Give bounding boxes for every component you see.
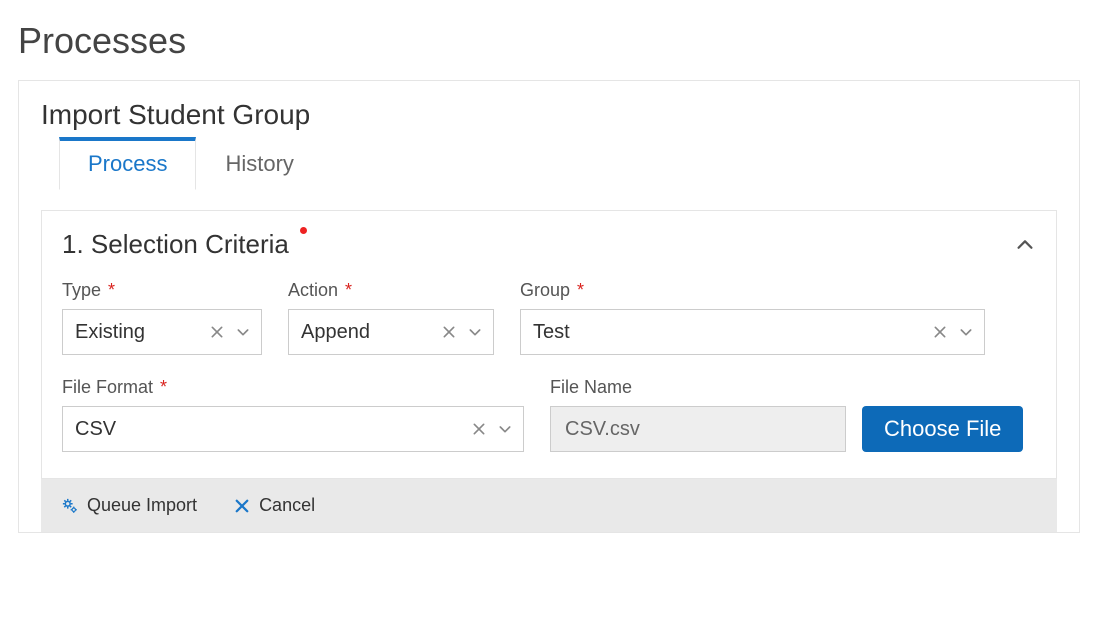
select-group-value: Test [521, 321, 926, 344]
queue-import-label: Queue Import [87, 495, 197, 516]
gears-icon [61, 497, 79, 515]
section-header[interactable]: 1. Selection Criteria [42, 211, 1056, 274]
field-type: Type * Existing [62, 280, 262, 355]
section-title-text: 1. Selection Criteria [62, 229, 289, 259]
select-action-value: Append [289, 321, 435, 344]
label-type-text: Type [62, 280, 101, 300]
required-marker: * [345, 280, 352, 300]
file-name-value: CSV.csv [565, 418, 640, 441]
clear-icon[interactable] [932, 324, 948, 340]
label-group: Group * [520, 280, 985, 301]
tab-history[interactable]: History [196, 140, 322, 190]
required-marker: * [160, 377, 167, 397]
required-dot-icon [300, 227, 307, 234]
selection-criteria-section: 1. Selection Criteria Type * Existing [41, 210, 1057, 479]
required-marker: * [577, 280, 584, 300]
label-action: Action * [288, 280, 494, 301]
choose-file-label: Choose File [884, 416, 1001, 441]
form-body: Type * Existing [42, 280, 1056, 478]
select-type[interactable]: Existing [62, 309, 262, 355]
label-file-name-text: File Name [550, 377, 632, 397]
select-file-format-value: CSV [63, 418, 465, 441]
label-file-format-text: File Format [62, 377, 153, 397]
field-file-name: File Name CSV.csv Choose File [550, 377, 1023, 452]
page-title: Processes [18, 20, 1080, 62]
label-action-text: Action [288, 280, 338, 300]
panel-title: Import Student Group [41, 99, 1057, 131]
tab-process-label: Process [88, 151, 167, 176]
file-name-input: CSV.csv [550, 406, 846, 452]
label-file-name: File Name [550, 377, 1023, 398]
close-icon [233, 497, 251, 515]
select-type-value: Existing [63, 321, 203, 344]
choose-file-button[interactable]: Choose File [862, 406, 1023, 452]
tabs: Process History [59, 137, 1057, 190]
field-group: Group * Test [520, 280, 985, 355]
import-panel: Import Student Group Process History 1. … [18, 80, 1080, 533]
label-file-format: File Format * [62, 377, 524, 398]
field-action: Action * Append [288, 280, 494, 355]
cancel-button[interactable]: Cancel [233, 495, 315, 516]
action-bar: Queue Import Cancel [41, 479, 1057, 532]
chevron-down-icon[interactable] [235, 324, 251, 340]
chevron-down-icon[interactable] [497, 421, 513, 437]
tab-history-label: History [225, 151, 293, 176]
label-group-text: Group [520, 280, 570, 300]
label-type: Type * [62, 280, 262, 301]
select-group[interactable]: Test [520, 309, 985, 355]
field-file-format: File Format * CSV [62, 377, 524, 452]
cancel-label: Cancel [259, 495, 315, 516]
clear-icon[interactable] [471, 421, 487, 437]
required-marker: * [108, 280, 115, 300]
queue-import-button[interactable]: Queue Import [61, 495, 197, 516]
section-title: 1. Selection Criteria [62, 229, 307, 260]
tab-process[interactable]: Process [59, 137, 196, 190]
select-action[interactable]: Append [288, 309, 494, 355]
chevron-up-icon [1014, 234, 1036, 256]
chevron-down-icon[interactable] [467, 324, 483, 340]
chevron-down-icon[interactable] [958, 324, 974, 340]
select-file-format[interactable]: CSV [62, 406, 524, 452]
clear-icon[interactable] [209, 324, 225, 340]
clear-icon[interactable] [441, 324, 457, 340]
